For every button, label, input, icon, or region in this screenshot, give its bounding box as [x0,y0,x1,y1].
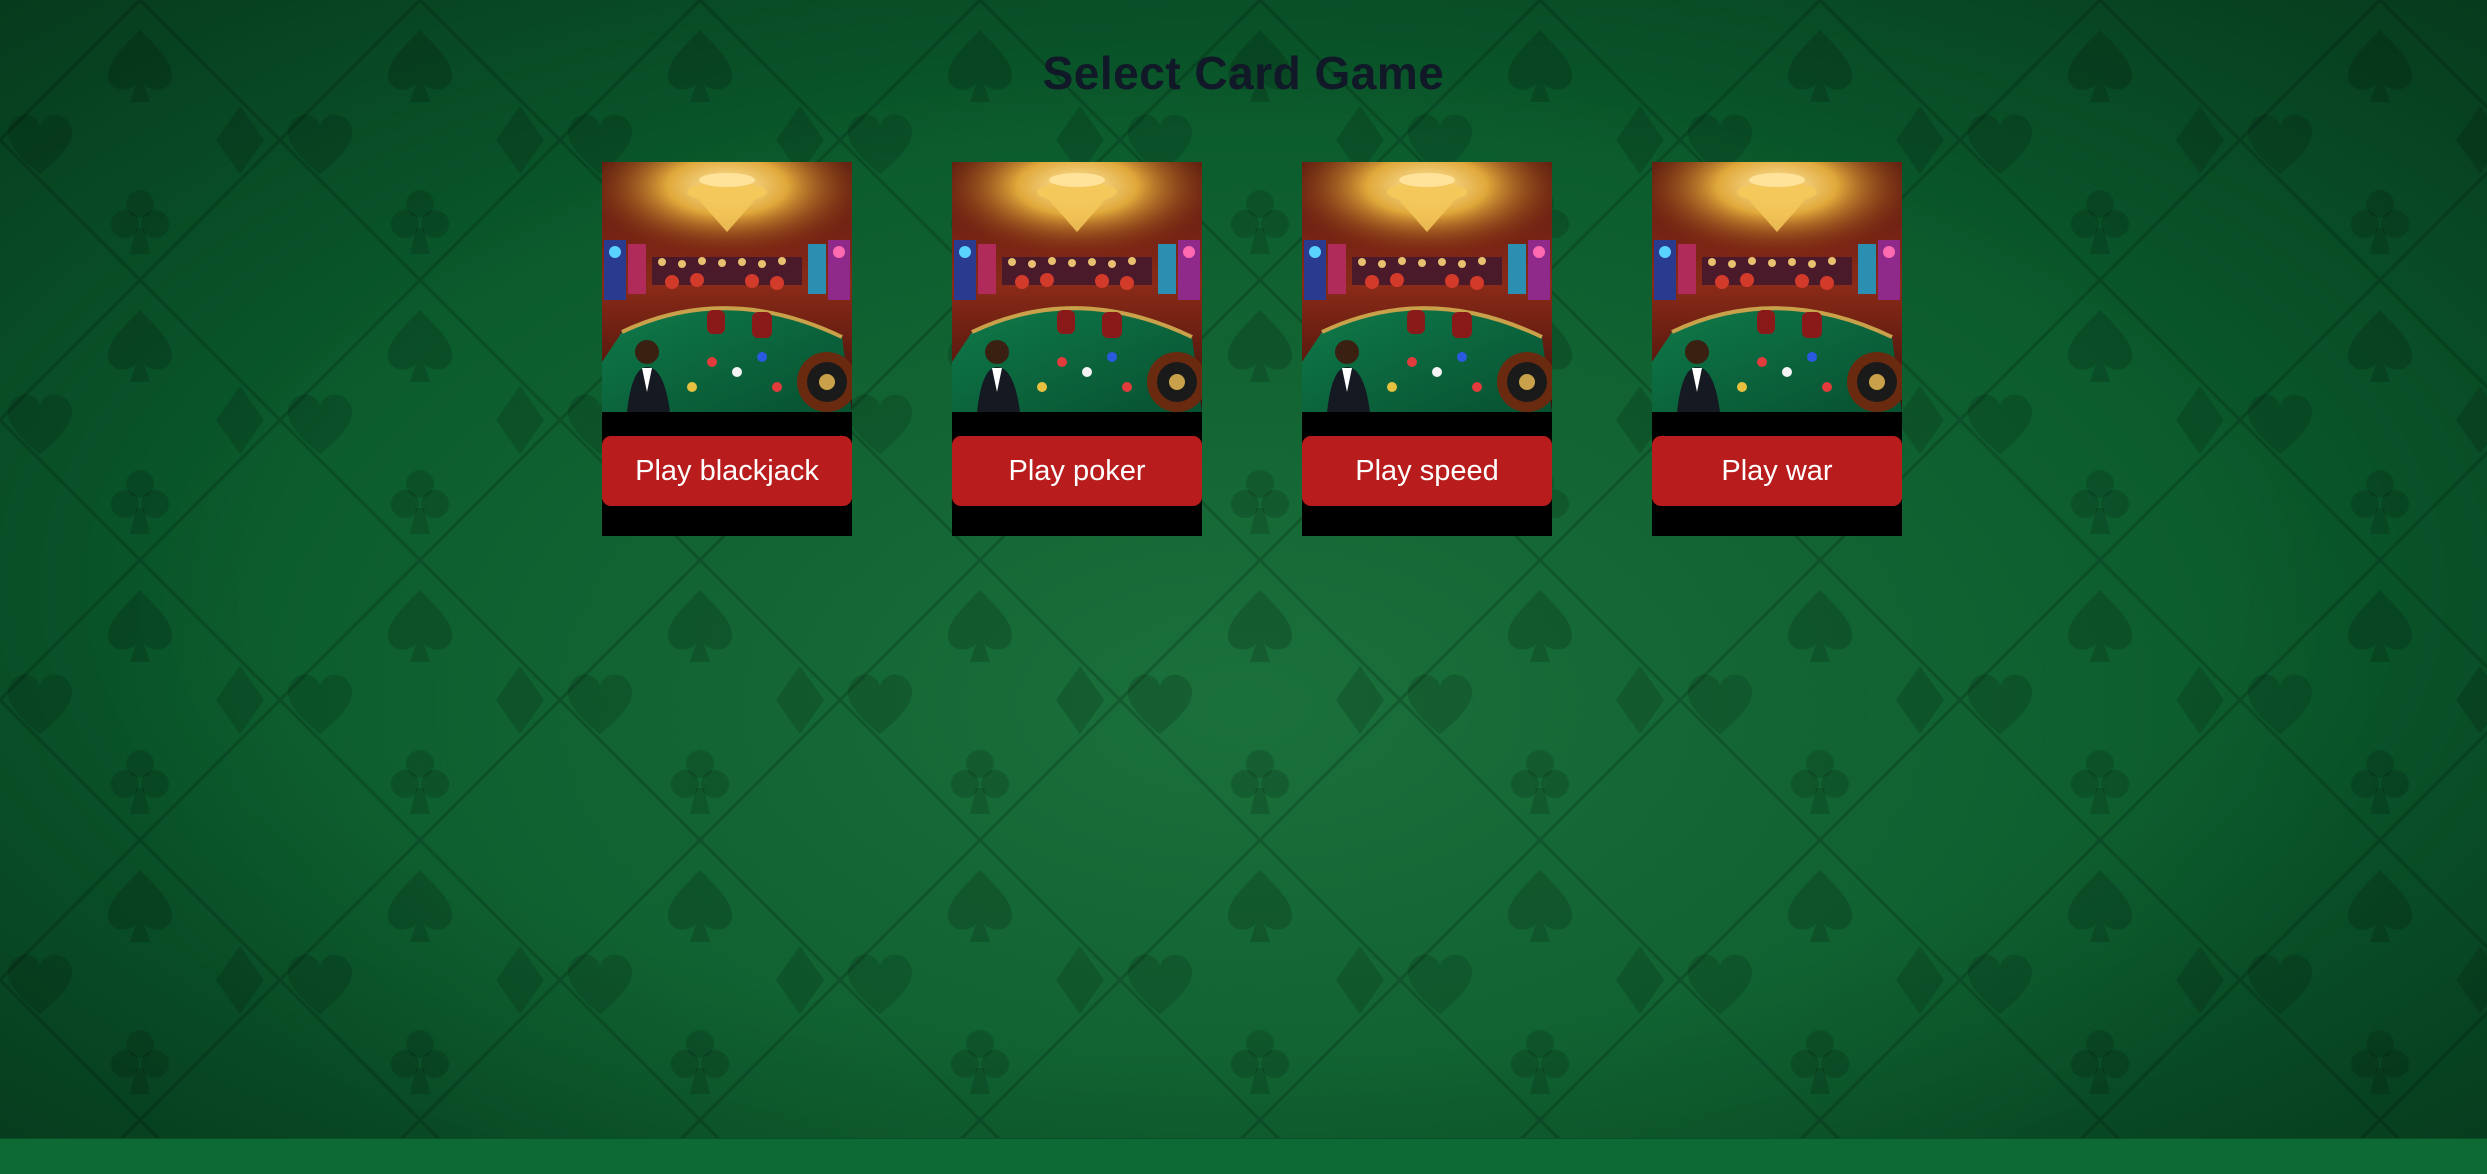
casino-scene-image [1302,162,1552,412]
casino-scene-image [1652,162,1902,412]
game-card-speed: Play speed [1302,162,1552,536]
card-suit-background-pattern [0,0,2487,1174]
page-title: Select Card Game [1042,47,1445,99]
play-poker-button[interactable]: Play poker [952,436,1202,506]
play-speed-button[interactable]: Play speed [1302,436,1552,506]
casino-scene-image [602,162,852,412]
game-card-poker: Play poker [952,162,1202,536]
game-select-page: { "page": { "title": "Select Card Game" … [0,0,2487,1174]
game-card-war: Play war [1652,162,1902,536]
game-card-blackjack: Play blackjack [602,162,852,536]
play-blackjack-button[interactable]: Play blackjack [602,436,852,506]
casino-scene-image [952,162,1202,412]
footer-strip [0,1138,2487,1174]
play-war-button[interactable]: Play war [1652,436,1902,506]
